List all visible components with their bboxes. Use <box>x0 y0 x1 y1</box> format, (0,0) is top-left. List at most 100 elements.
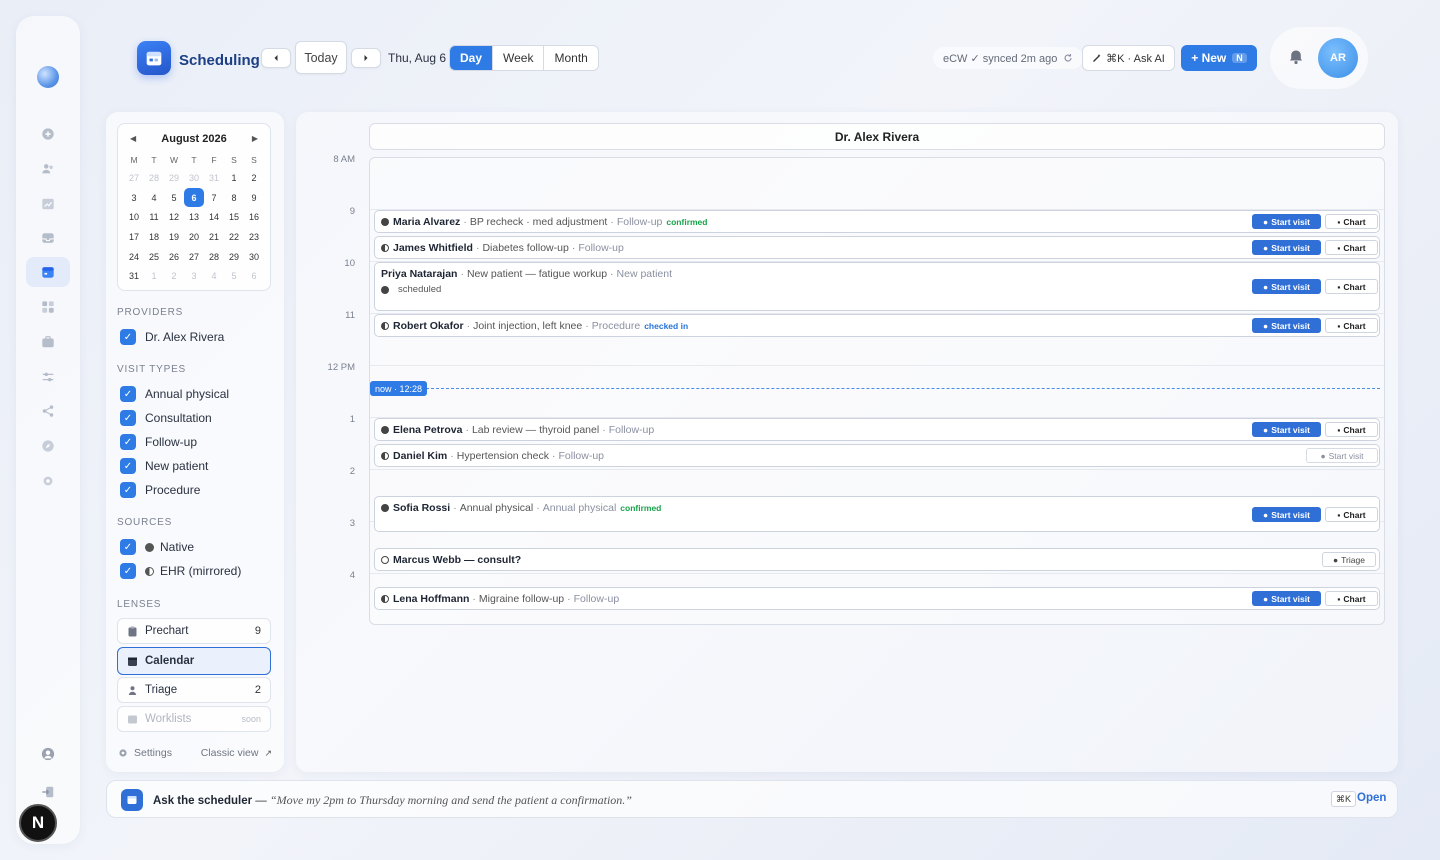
mini-cal-day[interactable]: 8 <box>224 188 244 208</box>
ask-ai-button[interactable]: ⌘K · Ask AI <box>1082 45 1175 71</box>
mini-cal-day[interactable]: 6 <box>184 187 204 208</box>
sliders-icon[interactable] <box>40 369 56 385</box>
checkbox-checked-icon[interactable]: ✓ <box>120 458 136 474</box>
start-visit-button[interactable]: ● Start visit <box>1252 279 1321 294</box>
start-visit-button[interactable]: ● Start visit <box>1252 240 1321 255</box>
mini-cal-day-outside[interactable]: 1 <box>144 266 164 286</box>
chart-button[interactable]: ▪ Chart <box>1325 240 1378 255</box>
chart-button[interactable]: ▪ Chart <box>1325 591 1378 606</box>
classic-view-link[interactable]: Classic view <box>201 747 259 759</box>
visit-type-procedure[interactable]: ✓ Procedure <box>120 482 200 498</box>
compass-icon[interactable] <box>40 438 56 454</box>
mini-cal-day[interactable]: 21 <box>204 227 224 247</box>
open-button[interactable]: Open <box>1357 792 1386 804</box>
inbox-icon[interactable] <box>40 230 56 246</box>
chart-button[interactable]: ▪ Chart <box>1325 507 1378 522</box>
next-day-button[interactable] <box>351 48 381 68</box>
checkbox-checked-icon[interactable]: ✓ <box>120 386 136 402</box>
mini-cal-day-outside[interactable]: 27 <box>124 168 144 188</box>
mini-cal-day[interactable]: 20 <box>184 227 204 247</box>
mini-cal-day[interactable]: 23 <box>244 227 264 247</box>
settings-icon[interactable] <box>40 473 56 489</box>
tab-week[interactable]: Week <box>493 46 545 70</box>
mini-cal-day[interactable]: 7 <box>204 188 224 208</box>
gear-icon[interactable] <box>118 748 128 758</box>
mini-cal-day[interactable]: 29 <box>224 247 244 267</box>
tab-day[interactable]: Day <box>450 46 494 70</box>
visit-type-follow-up[interactable]: ✓ Follow-up <box>120 434 197 450</box>
triage-button[interactable]: ● Triage <box>1322 552 1376 567</box>
mini-cal-day-outside[interactable]: 30 <box>184 168 204 188</box>
plus-icon[interactable] <box>40 126 56 142</box>
mini-cal-day-outside[interactable]: 31 <box>204 168 224 188</box>
start-visit-button[interactable]: ● Start visit <box>1252 318 1321 333</box>
mini-cal-day-outside[interactable]: 5 <box>224 266 244 286</box>
today-button[interactable]: Today <box>295 41 347 74</box>
checkbox-checked-icon[interactable]: ✓ <box>120 563 136 579</box>
appointment-card[interactable]: Marcus Webb — consult? ● Triage <box>374 548 1380 571</box>
mini-cal-day-outside[interactable]: 3 <box>184 266 204 286</box>
appointment-card[interactable]: Lena Hoffmann · Migraine follow-up · Follo… <box>374 587 1380 610</box>
prev-day-button[interactable] <box>261 48 291 68</box>
mini-cal-day-outside[interactable]: 29 <box>164 168 184 188</box>
briefcase-icon[interactable] <box>40 334 56 350</box>
mini-cal-day[interactable]: 4 <box>144 188 164 208</box>
settings-link[interactable]: Settings <box>134 747 172 759</box>
mini-cal-day[interactable]: 31 <box>124 266 144 286</box>
checkbox-checked-icon[interactable]: ✓ <box>120 434 136 450</box>
share-icon[interactable] <box>40 403 56 419</box>
mini-cal-day[interactable]: 1 <box>224 168 244 188</box>
mini-cal-next-icon[interactable]: ▶ <box>252 134 258 143</box>
mini-cal-day[interactable]: 10 <box>124 207 144 227</box>
mini-cal-day[interactable]: 2 <box>244 168 264 188</box>
lens-prechart[interactable]: Prechart 9 <box>117 618 271 644</box>
workspace-orb-icon[interactable] <box>37 66 59 88</box>
appointment-card[interactable]: Sofia Rossi · Annual physical · Annual phy… <box>374 496 1380 532</box>
start-visit-button[interactable]: ● Start visit <box>1252 422 1321 437</box>
mini-cal-day[interactable]: 19 <box>164 227 184 247</box>
visit-type-annual-physical[interactable]: ✓ Annual physical <box>120 386 229 402</box>
start-visit-button-disabled[interactable]: ● Start visit <box>1306 448 1378 463</box>
avatar[interactable]: AR <box>1318 38 1358 78</box>
user-icon[interactable] <box>40 746 56 762</box>
start-visit-button[interactable]: ● Start visit <box>1252 591 1321 606</box>
appointment-card[interactable]: Maria Alvarez · BP recheck · med adjustme… <box>374 210 1380 233</box>
chart-button[interactable]: ▪ Chart <box>1325 318 1378 333</box>
checkbox-checked-icon[interactable]: ✓ <box>120 482 136 498</box>
mini-cal-day-outside[interactable]: 4 <box>204 266 224 286</box>
mini-cal-day[interactable]: 5 <box>164 188 184 208</box>
mini-cal-day[interactable]: 12 <box>164 207 184 227</box>
source-native[interactable]: ✓ Native <box>120 539 194 555</box>
visit-type-new-patient[interactable]: ✓ New patient <box>120 458 208 474</box>
logout-icon[interactable] <box>40 784 56 800</box>
mini-cal-day[interactable]: 3 <box>124 188 144 208</box>
chart-button[interactable]: ▪ Chart <box>1325 422 1378 437</box>
tab-month[interactable]: Month <box>544 46 597 70</box>
mini-cal-day[interactable]: 9 <box>244 188 264 208</box>
ask-scheduler-bar[interactable]: Ask the scheduler — “Move my 2pm to Thur… <box>106 780 1398 818</box>
checkbox-checked-icon[interactable]: ✓ <box>120 539 136 555</box>
mini-cal-day[interactable]: 28 <box>204 247 224 267</box>
mini-cal-day[interactable]: 27 <box>184 247 204 267</box>
appointment-card[interactable]: Daniel Kim · Hypertension check · Follow-u… <box>374 444 1380 467</box>
mini-cal-day-outside[interactable]: 2 <box>164 266 184 286</box>
mini-cal-day[interactable]: 15 <box>224 207 244 227</box>
visit-type-consultation[interactable]: ✓ Consultation <box>120 410 212 426</box>
workspace-badge[interactable]: N <box>19 804 57 842</box>
mini-cal-day[interactable]: 30 <box>244 247 264 267</box>
mini-cal-day-outside[interactable]: 28 <box>144 168 164 188</box>
start-visit-button[interactable]: ● Start visit <box>1252 214 1321 229</box>
calendar-icon[interactable] <box>40 264 56 280</box>
appointment-card[interactable]: Robert Okafor · Joint injection, left kne… <box>374 314 1380 337</box>
mini-cal-day[interactable]: 14 <box>204 207 224 227</box>
lens-calendar[interactable]: Calendar <box>117 647 271 675</box>
appointment-card[interactable]: James Whitfield · Diabetes follow-up · Fol… <box>374 236 1380 259</box>
mini-cal-day[interactable]: 17 <box>124 227 144 247</box>
bell-icon[interactable] <box>1287 48 1305 66</box>
mini-cal-day[interactable]: 24 <box>124 247 144 267</box>
external-arrow-icon[interactable]: ↗ <box>264 748 272 759</box>
mini-cal-day[interactable]: 26 <box>164 247 184 267</box>
refresh-icon[interactable] <box>1063 53 1073 63</box>
lens-triage[interactable]: Triage 2 <box>117 677 271 703</box>
appointment-card[interactable]: Priya Natarajan · New patient — fatigue w… <box>374 262 1380 311</box>
